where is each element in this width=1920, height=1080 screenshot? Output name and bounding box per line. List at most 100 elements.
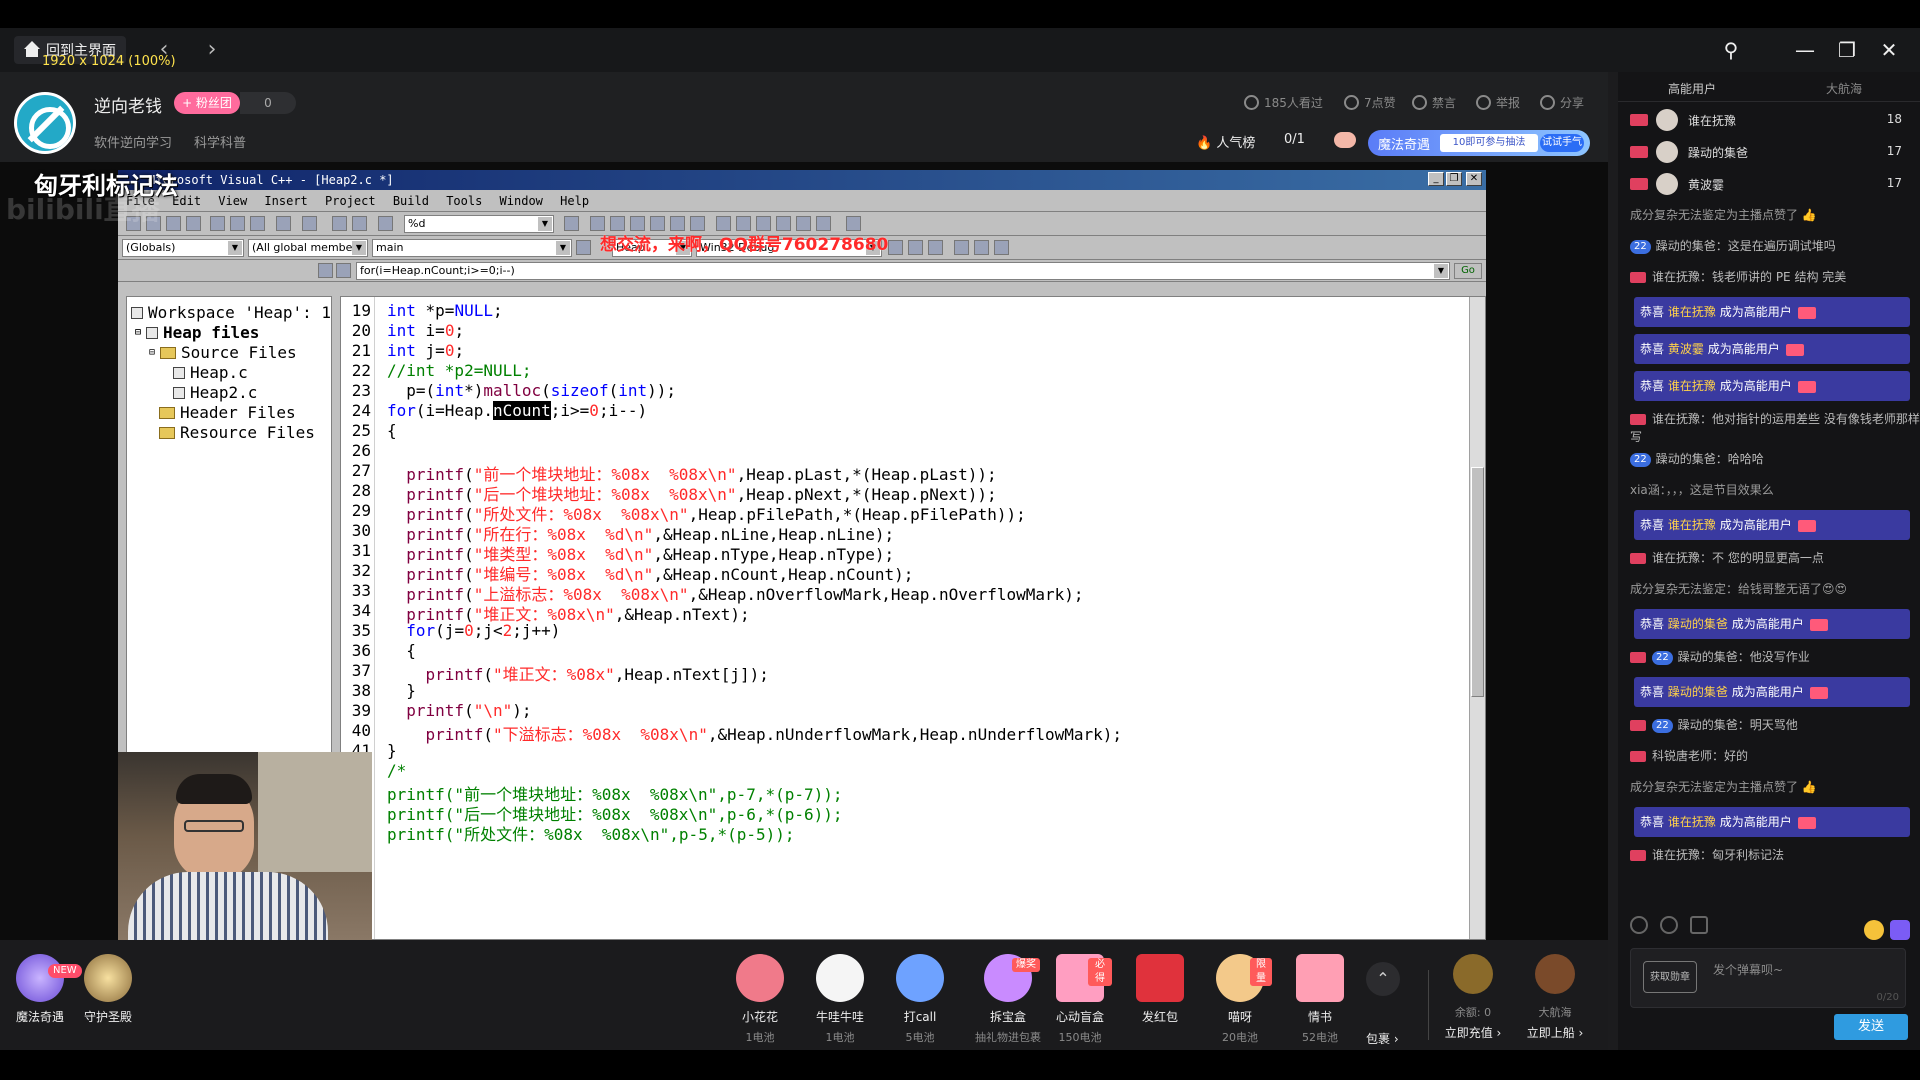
debug-go-icon[interactable] — [974, 240, 989, 255]
nav-combo[interactable]: for(i=Heap.nCount;i>=0;i--) — [356, 262, 1450, 280]
chat-message[interactable]: xia涵：，，，这是节目效果么 — [1630, 481, 1920, 499]
like-icon[interactable] — [1660, 916, 1678, 934]
bag-button[interactable]: 包裹 › — [1366, 1030, 1399, 1047]
menu-build[interactable]: Build — [393, 194, 429, 208]
magic-try-button[interactable]: 试试手气 — [1540, 134, 1584, 152]
paste-icon[interactable] — [250, 216, 265, 231]
magic-event-banner[interactable]: 魔法奇遇 10即可参与抽法 试试手气 — [1368, 130, 1590, 156]
danmaku-input[interactable] — [1713, 955, 1893, 985]
stop-build-icon[interactable] — [630, 216, 645, 231]
streamer-name[interactable]: 逆向老钱 — [94, 92, 162, 117]
gift-item-3[interactable]: 拆宝盒 抽礼物进包裹 爆奖 — [968, 954, 1048, 1045]
chat-message[interactable]: 谁在抚豫：匈牙利标记法 — [1630, 846, 1920, 864]
nav-back-icon[interactable] — [318, 263, 333, 278]
chat-message[interactable]: 成分复杂无法鉴定：给钱哥整无语了😍😍 — [1630, 580, 1920, 598]
workspace-root[interactable]: Workspace 'Heap': 1 — [131, 303, 331, 322]
emoji-icon[interactable] — [1630, 916, 1648, 934]
go-icon[interactable] — [670, 216, 685, 231]
fetch-medal-button[interactable]: 获取勋章 — [1643, 961, 1697, 993]
mute-button[interactable]: 禁言 — [1412, 94, 1456, 111]
stop-small-icon[interactable] — [928, 240, 943, 255]
board-button[interactable]: 立即上船 › — [1520, 1024, 1590, 1041]
insert-breakpoint-icon[interactable] — [994, 240, 1009, 255]
vc-close-button[interactable]: ✕ — [1466, 172, 1482, 186]
cloud-icon[interactable] — [1334, 132, 1356, 148]
chat-message[interactable]: 谁在抚豫：他对指针的运用差些 没有像钱老师那样写 — [1630, 410, 1920, 446]
chat-message[interactable]: 22 躁动的集爸：这是在遍历调试堆吗 — [1630, 237, 1920, 255]
chat-message[interactable]: 谁在抚豫：不 您的明显更高一点 — [1630, 549, 1920, 567]
cut-icon[interactable] — [210, 216, 225, 231]
voyage-block[interactable]: 大航海 立即上船 › — [1520, 954, 1590, 1041]
close-button[interactable]: ✕ — [1874, 36, 1904, 64]
function-combo[interactable]: main — [372, 239, 572, 257]
go-button[interactable]: Go — [1454, 263, 1482, 279]
variables-icon[interactable] — [796, 216, 811, 231]
step-over-icon[interactable] — [736, 216, 751, 231]
chat-message[interactable]: 22 躁动的集爸：哈哈哈 — [1630, 450, 1920, 468]
tag-software[interactable]: 软件逆向学习 — [94, 132, 172, 151]
gift-item-6[interactable]: 喵呀 20电池 限量 — [1208, 954, 1272, 1045]
vc-restore-button[interactable]: ❐ — [1446, 172, 1462, 186]
chat-message[interactable]: 谁在抚豫：钱老师讲的 PE 结构 完美 — [1630, 268, 1920, 286]
menu-view[interactable]: View — [218, 194, 247, 208]
chat-username[interactable]: 谁在抚豫 — [1668, 305, 1716, 319]
nav-list-icon[interactable] — [336, 263, 351, 278]
chat-message[interactable]: 22 躁动的集爸：明天骂他 — [1630, 716, 1920, 734]
chevron-up-icon[interactable]: ⌃ — [1366, 962, 1400, 996]
message-icon[interactable] — [1890, 920, 1910, 940]
code-editor[interactable]: 19 20 21 22 23 24 25 26 27 28 29 30 31 32 33 34 35 36 37 38… — [340, 296, 1486, 940]
menu-help[interactable]: Help — [560, 194, 589, 208]
disasm-icon[interactable] — [846, 216, 861, 231]
gift-item-2[interactable]: 打call 5电池 — [888, 954, 952, 1045]
workspace-icon[interactable] — [332, 216, 347, 231]
balance-block[interactable]: 余额: 0 立即充值 › — [1438, 954, 1508, 1041]
rank-row[interactable]: 躁动的集爸 17 — [1630, 140, 1916, 166]
execute-icon[interactable] — [650, 216, 665, 231]
compile-icon[interactable] — [590, 216, 605, 231]
build-icon[interactable] — [610, 216, 625, 231]
send-button[interactable]: 发送 — [1834, 1014, 1908, 1040]
chat-username[interactable]: 黄波霎 — [1668, 342, 1704, 356]
compile-small-icon[interactable] — [888, 240, 903, 255]
build-small-icon[interactable] — [908, 240, 923, 255]
rank-row[interactable]: 黄波霎 17 — [1630, 172, 1916, 198]
undo-icon[interactable] — [276, 216, 291, 231]
step-into-icon[interactable] — [716, 216, 731, 231]
vc-minimize-button[interactable]: _ — [1428, 172, 1444, 186]
streamer-avatar[interactable] — [14, 92, 76, 154]
save-icon[interactable] — [166, 216, 181, 231]
tree-heap-c[interactable]: Heap.c — [173, 363, 248, 382]
restore-button[interactable]: ❐ — [1832, 36, 1862, 64]
members-combo[interactable]: (All global member — [248, 239, 368, 257]
tree-header-files[interactable]: Header Files — [159, 403, 296, 422]
step-out-icon[interactable] — [756, 216, 771, 231]
chevron-right-icon[interactable]: › — [200, 36, 224, 64]
pin-icon[interactable]: ⚲ — [1716, 36, 1746, 64]
recharge-button[interactable]: 立即充值 › — [1438, 1024, 1508, 1041]
find-in-files-icon[interactable] — [378, 216, 393, 231]
wizard-icon[interactable] — [576, 240, 591, 255]
editor-scrollbar[interactable] — [1469, 297, 1485, 939]
copy-icon[interactable] — [230, 216, 245, 231]
tree-heap2-c[interactable]: Heap2.c — [173, 383, 257, 402]
gift-item-5[interactable]: 发红包 — [1128, 954, 1192, 1029]
tree-heap-files[interactable]: ⊟ Heap files — [135, 323, 259, 342]
output-icon[interactable] — [352, 216, 367, 231]
gift-item-1[interactable]: 牛哇牛哇 1电池 — [808, 954, 872, 1045]
breakpoint-icon[interactable] — [690, 216, 705, 231]
find-combo[interactable]: %d — [404, 215, 554, 233]
tree-source-files[interactable]: ⊟ Source Files — [149, 343, 297, 362]
video-stage[interactable]: 匈牙利标记法 bilibili直播 Microsoft Visual C++ -… — [0, 162, 1608, 940]
chat-message[interactable]: 科锐唐老师：好的 — [1630, 747, 1920, 765]
chat-message[interactable]: 成分复杂无法鉴定为主播点赞了 👍 — [1630, 206, 1920, 224]
gift-item-7[interactable]: 情书 52电池 — [1288, 954, 1352, 1045]
gift-guard-temple[interactable]: 守护圣殿 — [76, 954, 140, 1025]
menu-window[interactable]: Window — [500, 194, 543, 208]
menu-tools[interactable]: Tools — [446, 194, 482, 208]
redo-icon[interactable] — [302, 216, 317, 231]
likes-stat[interactable]: 7点赞 — [1344, 94, 1396, 111]
tag-science[interactable]: 科学科普 — [194, 132, 246, 151]
find-icon[interactable] — [564, 216, 579, 231]
popularity-rank[interactable]: 🔥 人气榜 — [1196, 132, 1255, 151]
run-icon[interactable] — [954, 240, 969, 255]
